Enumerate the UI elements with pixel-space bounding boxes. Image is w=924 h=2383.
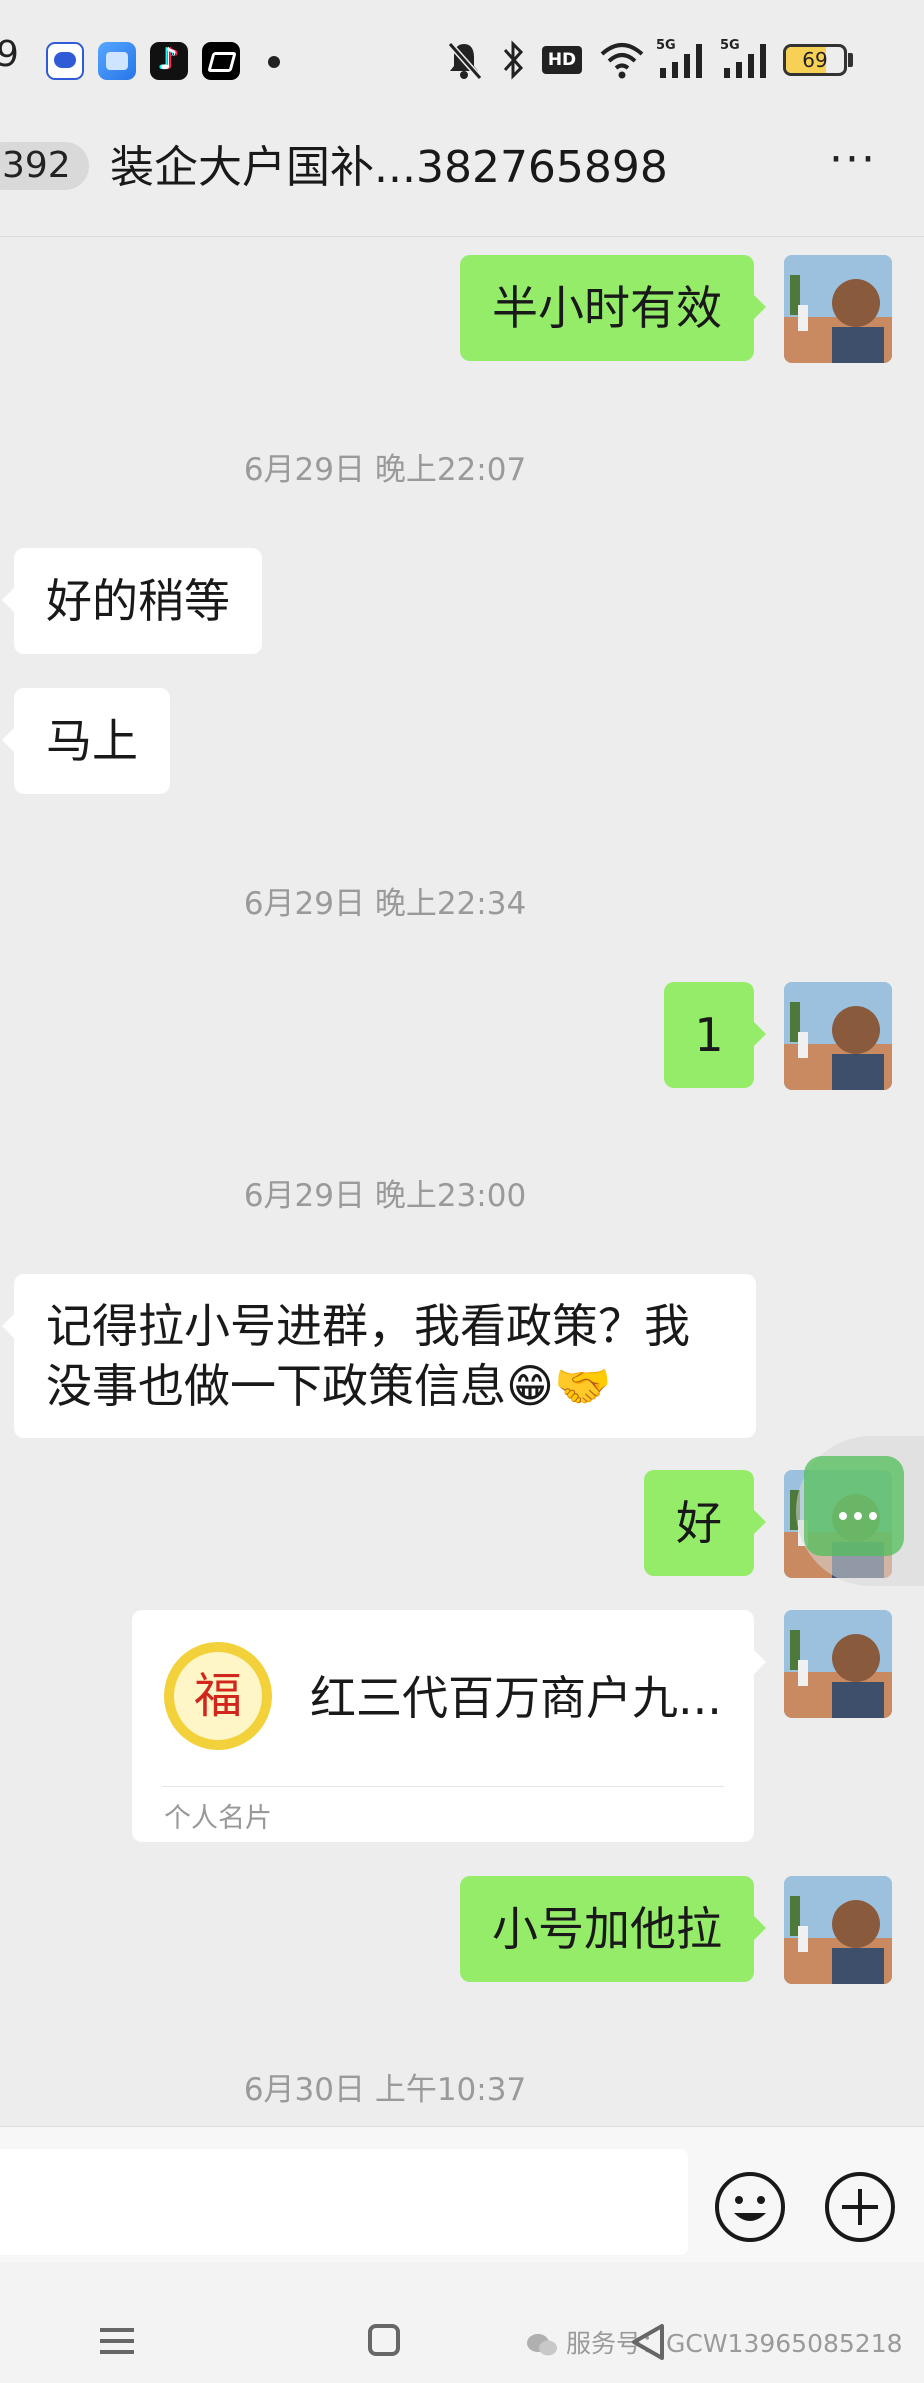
back-unread-count-button[interactable]: 392	[0, 142, 89, 190]
more-options-button[interactable]: ···	[818, 138, 888, 196]
message-bubble-outgoing[interactable]: 半小时有效	[460, 255, 766, 361]
message-timestamp: 6月29日 晚上23:00	[243, 1178, 527, 1214]
status-bar: 9 HD 5G 5G	[0, 0, 924, 120]
my-avatar[interactable]	[784, 1876, 892, 1984]
my-avatar[interactable]	[784, 1610, 892, 1718]
bluetooth-icon	[503, 40, 524, 80]
avatar-photo-icon	[784, 1610, 892, 1718]
contact-card-type: 个人名片	[164, 1803, 272, 1834]
floating-window-thumbnail	[804, 1456, 904, 1556]
watermark-text: 服务号：GCW13965085218	[566, 2329, 903, 2358]
status-time: 9	[0, 34, 19, 75]
plus-circle-icon[interactable]	[822, 2169, 898, 2245]
signal-5g-icon: 5G	[656, 38, 708, 82]
avatar-photo-icon	[784, 1876, 892, 1984]
watermark: 服务号：GCW13965085218	[526, 2324, 903, 2360]
message-bubble-outgoing[interactable]: 小号加他拉	[460, 1876, 766, 1982]
my-avatar[interactable]	[784, 982, 892, 1090]
files-app-icon	[98, 42, 136, 80]
message-timestamp: 6月29日 晚上22:07	[243, 452, 527, 488]
input-bar	[0, 2126, 924, 2263]
back-triangle-icon[interactable]	[628, 2322, 668, 2362]
message-timestamp: 6月30日 上午10:37	[243, 2072, 527, 2108]
capcut-app-icon	[202, 42, 240, 80]
battery-cap	[848, 53, 853, 67]
battery-icon: 69	[783, 44, 847, 76]
message-bubble-incoming[interactable]: 马上	[2, 688, 170, 794]
contact-card-name: 红三代百万商户九...	[310, 1671, 722, 1725]
smile-icon[interactable]	[712, 2169, 788, 2245]
dots-icon	[839, 1512, 877, 1520]
system-nav-bar: 服务号：GCW13965085218	[0, 2262, 924, 2383]
wifi-icon	[600, 43, 644, 79]
message-bubble-outgoing[interactable]: 1	[664, 982, 766, 1088]
battery-percent: 69	[802, 48, 828, 72]
message-timestamp: 6月29日 晚上22:34	[243, 886, 527, 922]
my-avatar[interactable]	[784, 255, 892, 363]
svg-text:福: 福	[194, 1668, 242, 1724]
baidu-app-icon	[46, 42, 84, 80]
chat-header: 392 装企大户国补...382765898 ···	[0, 120, 924, 237]
message-bubble-incoming[interactable]: 好的稍等	[2, 548, 262, 654]
contact-card[interactable]: 福 红三代百万商户九... 个人名片	[132, 1610, 766, 1842]
more-notifications-dot-icon	[268, 56, 280, 68]
fu-logo-icon: 福	[164, 1642, 272, 1750]
home-button-icon[interactable]	[368, 2324, 400, 2356]
recent-apps-icon[interactable]	[98, 2326, 136, 2356]
hd-badge: HD	[542, 46, 582, 74]
mute-bell-icon	[447, 42, 483, 80]
chat-title[interactable]: 装企大户国补...382765898	[110, 140, 668, 196]
tiktok-app-icon	[150, 42, 188, 80]
message-bubble-incoming[interactable]: 记得拉小号进群，我看政策？我没事也做一下政策信息😁🤝	[2, 1274, 756, 1438]
avatar-photo-icon	[784, 255, 892, 363]
message-bubble-outgoing[interactable]: 好	[644, 1470, 766, 1576]
message-input[interactable]	[0, 2149, 688, 2255]
wechat-logo-icon	[527, 2334, 557, 2356]
card-divider	[162, 1786, 724, 1787]
avatar-photo-icon	[784, 982, 892, 1090]
signal-5g-icon: 5G	[720, 38, 772, 82]
